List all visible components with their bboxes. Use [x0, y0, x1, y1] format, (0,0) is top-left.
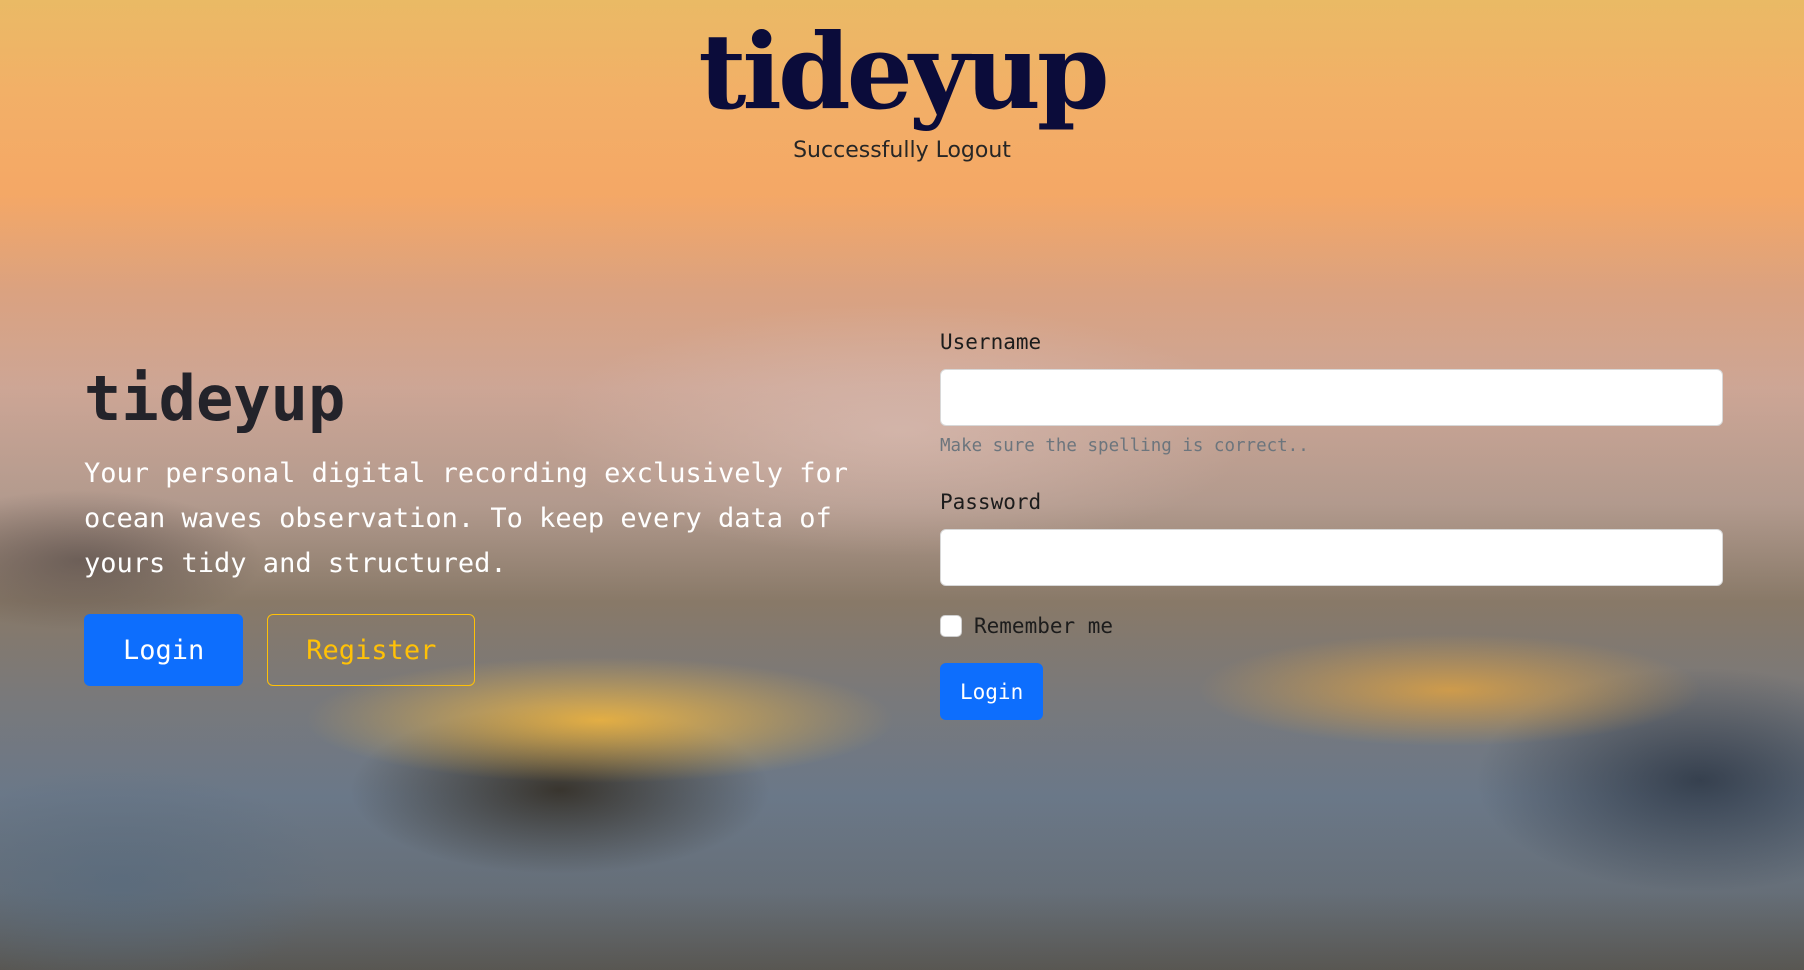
password-label: Password: [940, 490, 1042, 514]
remember-me-checkbox[interactable]: [940, 615, 962, 637]
login-page: { "header": { "logo_text": "tideyup", "f…: [0, 0, 1804, 970]
remember-me-label[interactable]: Remember me: [974, 614, 1113, 638]
hero-login-button[interactable]: Login: [84, 614, 244, 687]
password-input[interactable]: [940, 529, 1723, 586]
brand-logo: tideyup: [698, 10, 1109, 133]
username-label: Username: [940, 330, 1042, 354]
hero-actions: Login Register: [84, 614, 884, 687]
hero-description: Your personal digital recording exclusiv…: [84, 458, 849, 580]
remember-me-row: Remember me: [940, 614, 1723, 638]
password-group: Password: [940, 490, 1723, 586]
hero-title: tideyup: [84, 362, 346, 435]
username-input[interactable]: [940, 369, 1723, 426]
form-login-button[interactable]: Login: [940, 663, 1044, 720]
hero-section: tideyup Your personal digital recording …: [84, 362, 884, 687]
register-button[interactable]: Register: [267, 614, 476, 687]
username-group: Username Make sure the spelling is corre…: [940, 330, 1723, 456]
flash-message: Successfully Logout: [793, 138, 1011, 163]
login-form: Username Make sure the spelling is corre…: [940, 330, 1723, 720]
top-header: tideyup Successfully Logout: [0, 10, 1804, 164]
username-help-text: Make sure the spelling is correct..: [940, 436, 1309, 456]
